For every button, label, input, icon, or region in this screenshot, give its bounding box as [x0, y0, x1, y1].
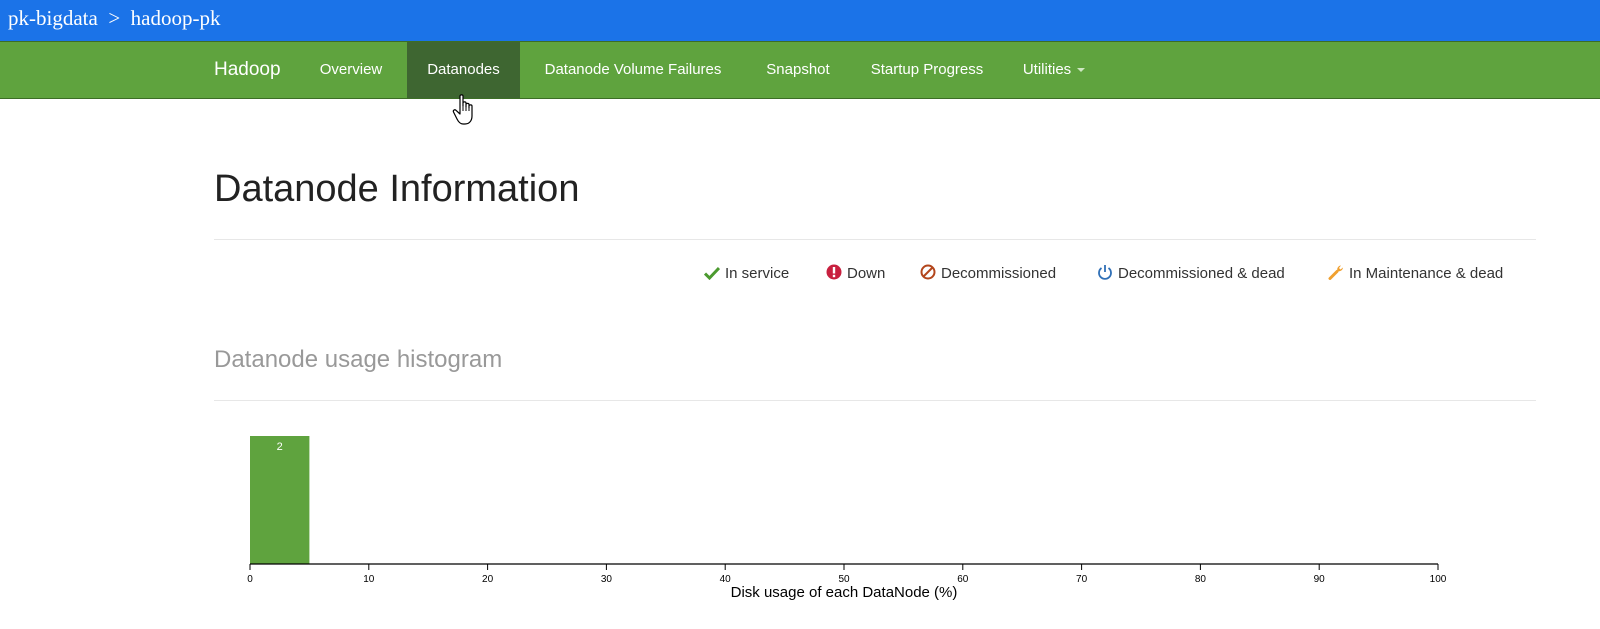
legend-in-service: In service	[703, 262, 789, 286]
breadcrumb-cluster[interactable]: hadoop-pk	[131, 6, 221, 30]
caret-down-icon	[1077, 68, 1086, 73]
power-icon	[1098, 265, 1112, 280]
x-tick-label: 20	[482, 574, 494, 585]
nav-datanode-volume-failures[interactable]: Datanode Volume Failures	[520, 42, 746, 98]
usage-histogram-chart: 20 10 20 30 40 50 60 70 80 90 100Disk usage of eac…	[247, 436, 1447, 600]
nav-utilities-label: Utilities	[1022, 61, 1072, 78]
x-tick-label: 80	[1195, 574, 1207, 585]
x-tick-label: 70	[1076, 574, 1088, 585]
histogram-divider	[214, 400, 1536, 401]
nav-datanodes[interactable]: Datanodes	[407, 42, 520, 98]
x-tick-label: 60	[957, 574, 969, 585]
wrench-icon	[1328, 265, 1343, 280]
x-tick-label: 0	[247, 574, 253, 585]
breadcrumb-project[interactable]: pk-bigdata	[8, 6, 98, 30]
nav-utilities-dropdown[interactable]: Utilities	[1004, 42, 1104, 98]
histogram-title: Datanode usage histogram	[214, 346, 503, 373]
x-axis-label: Disk usage of each DataNode (%)	[731, 584, 958, 600]
x-tick-label: 30	[601, 574, 613, 585]
breadcrumb-separator: >	[108, 6, 121, 30]
nav-snapshot[interactable]: Snapshot	[746, 42, 850, 98]
x-tick-label: 10	[363, 574, 375, 585]
legend-decommissioned-dead: Decommissioned & dead	[1097, 262, 1285, 286]
nav-overview[interactable]: Overview	[306, 42, 396, 98]
legend-maintenance-dead: In Maintenance & dead	[1328, 262, 1503, 286]
hand-cursor-icon	[452, 94, 473, 125]
breadcrumb-bar: pk-bigdata > hadoop-pk	[0, 0, 1600, 41]
histogram-bar-label: 2	[277, 441, 283, 453]
x-tick-label: 90	[1314, 574, 1326, 585]
title-divider	[214, 239, 1536, 240]
main-navbar: Hadoop Overview Datanodes Datanode Volum…	[0, 41, 1600, 99]
nav-startup-progress[interactable]: Startup Progress	[850, 42, 1004, 98]
check-icon	[703, 266, 721, 281]
legend-down: Down	[826, 262, 885, 286]
exclamation-circle-icon	[826, 264, 842, 280]
x-tick-label: 40	[720, 574, 732, 585]
page-title: Datanode Information	[214, 168, 580, 210]
ban-icon	[920, 264, 936, 280]
brand-link[interactable]: Hadoop	[214, 42, 281, 98]
x-tick-label: 100	[1430, 574, 1447, 585]
histogram-bar	[250, 436, 310, 564]
legend-decommissioned: Decommissioned	[920, 262, 1056, 286]
